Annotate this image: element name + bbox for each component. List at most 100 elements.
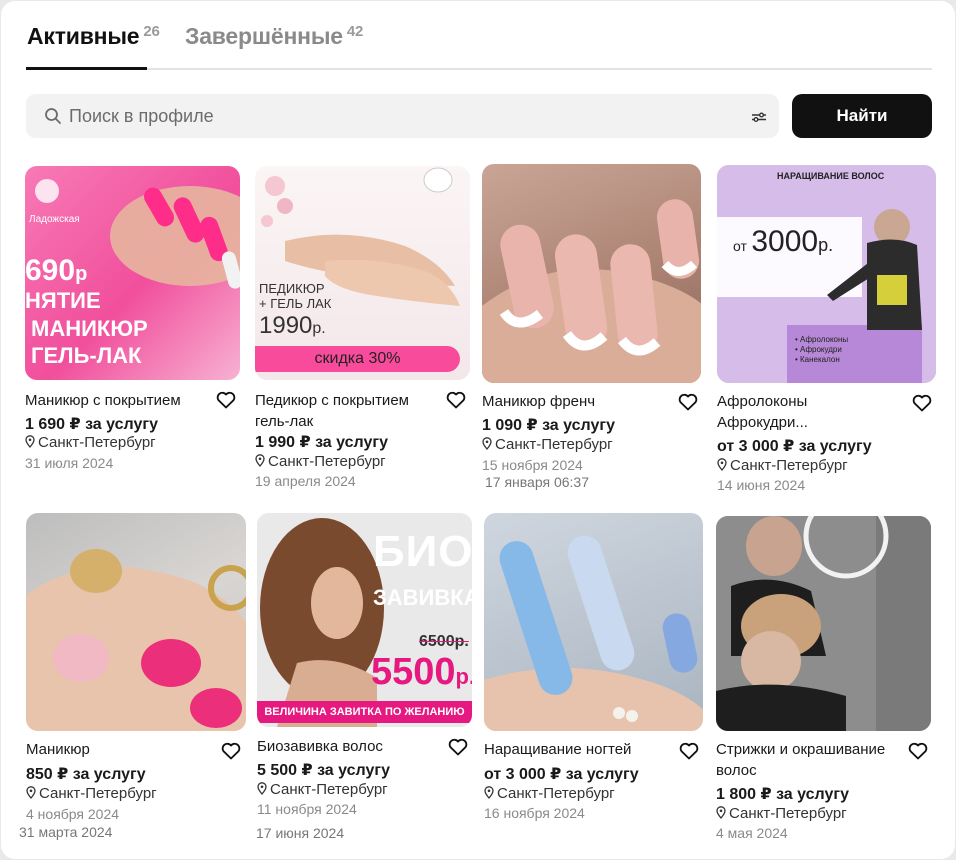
listing-price: 850 ₽ за услугу bbox=[26, 766, 146, 783]
favorite-heart-icon[interactable] bbox=[446, 391, 466, 409]
logo-icon bbox=[35, 179, 59, 203]
image-bullet: • Канекалон bbox=[795, 355, 840, 364]
location-pin-icon bbox=[25, 435, 35, 448]
listing-image[interactable] bbox=[716, 516, 931, 731]
location-pin-icon bbox=[716, 806, 726, 819]
image-currency: р. bbox=[455, 664, 472, 689]
listing-price: от 3 000 ₽ за услугу bbox=[717, 438, 872, 455]
image-brand: Ладожская bbox=[29, 214, 80, 225]
listing-location: Санкт-Петербург bbox=[484, 785, 615, 802]
listing-image[interactable]: Ладожская 690р НЯТИЕ МАНИКЮР ГЕЛЬ-ЛАК bbox=[25, 166, 240, 380]
listing-location: Санкт-Петербург bbox=[25, 434, 156, 451]
listing-price: 1 800 ₽ за услугу bbox=[716, 786, 849, 803]
image-bullet: • Афролоконы bbox=[795, 335, 849, 344]
listing-date-secondary: 17 июня 2024 bbox=[256, 825, 345, 841]
image-header: НАРАЩИВАНИЕ ВОЛОС bbox=[777, 171, 885, 181]
listing-price: 1 990 ₽ за услугу bbox=[255, 434, 388, 451]
listing-date: 4 мая 2024 bbox=[716, 825, 788, 841]
image-currency: р. bbox=[818, 235, 834, 255]
listing-city: Санкт-Петербург bbox=[495, 436, 613, 453]
location-pin-icon bbox=[482, 437, 492, 450]
search-icon bbox=[45, 108, 61, 124]
listing-date: 31 июля 2024 bbox=[25, 455, 114, 471]
listing-city: Санкт-Петербург bbox=[729, 805, 847, 822]
nail-extension-illustration bbox=[484, 535, 703, 731]
listing-image[interactable] bbox=[484, 513, 703, 731]
listing-image[interactable]: НАРАЩИВАНИЕ ВОЛОС от 3000р. • Афролоконы… bbox=[717, 165, 936, 383]
location-pin-icon bbox=[717, 458, 727, 471]
listing-title[interactable]: Наращивание ногтей bbox=[484, 739, 674, 760]
image-price: 5500 bbox=[371, 651, 456, 693]
listing-price: 1 090 ₽ за услугу bbox=[482, 417, 615, 434]
listing-title[interactable]: Маникюр bbox=[26, 739, 216, 760]
french-nails-illustration bbox=[482, 199, 701, 383]
tab-active[interactable]: Активные 26 bbox=[27, 23, 160, 50]
listing-image[interactable]: БИО ЗАВИВКА 6500р. 5500р. ВЕЛИЧИНА ЗАВИТ… bbox=[257, 513, 472, 727]
pink-nails-illustration bbox=[26, 549, 246, 731]
listing-location: Санкт-Петербург bbox=[257, 781, 388, 798]
listing-tabs: Активные 26 Завершённые 42 bbox=[26, 23, 932, 70]
listing-city: Санкт-Петербург bbox=[268, 453, 386, 470]
tab-completed[interactable]: Завершённые 42 bbox=[185, 23, 363, 50]
listing-image[interactable] bbox=[26, 513, 246, 731]
listing-title[interactable]: Педикюр с покрытием гель-лак bbox=[255, 390, 445, 432]
tab-completed-label: Завершённые bbox=[185, 23, 343, 49]
image-line1: БИО bbox=[373, 527, 472, 576]
listing-title[interactable]: Биозавивка волос bbox=[257, 736, 447, 757]
listing-title[interactable]: Маникюр френч bbox=[482, 391, 672, 412]
listing-city: Санкт-Петербург bbox=[730, 457, 848, 474]
location-pin-icon bbox=[255, 454, 265, 467]
filter-icon[interactable] bbox=[751, 111, 767, 123]
location-pin-icon bbox=[484, 786, 494, 799]
favorite-heart-icon[interactable] bbox=[216, 391, 236, 409]
favorite-heart-icon[interactable] bbox=[679, 742, 699, 760]
image-price: 1990 bbox=[259, 312, 313, 339]
image-line1: ПЕДИКЮР bbox=[259, 281, 325, 296]
logo-icon bbox=[423, 167, 453, 193]
image-banner: ВЕЛИЧИНА ЗАВИТКА ПО ЖЕЛАНИЮ bbox=[257, 701, 472, 723]
listing-location: Санкт-Петербург bbox=[717, 457, 848, 474]
listing-location: Санкт-Петербург bbox=[26, 785, 157, 802]
tab-completed-count: 42 bbox=[346, 23, 364, 40]
listing-city: Санкт-Петербург bbox=[39, 785, 157, 802]
image-from: от bbox=[733, 238, 747, 254]
listing-date-secondary: 31 марта 2024 bbox=[19, 824, 113, 840]
search-bar bbox=[26, 94, 779, 138]
image-line1: НЯТИЕ bbox=[25, 288, 101, 313]
location-pin-icon bbox=[26, 786, 36, 799]
listing-location: Санкт-Петербург bbox=[716, 805, 847, 822]
tab-active-label: Активные bbox=[27, 23, 140, 49]
favorite-heart-icon[interactable] bbox=[908, 742, 928, 760]
image-line2: + ГЕЛЬ ЛАК bbox=[259, 296, 332, 311]
listing-price: 5 500 ₽ за услугу bbox=[257, 762, 390, 779]
active-tab-indicator bbox=[26, 67, 147, 70]
profile-listings-panel: Активные26 Завершённые42 Найти bbox=[1, 1, 955, 859]
listing-location: Санкт-Петербург bbox=[255, 453, 386, 470]
listing-title[interactable]: Афролоконы Афрокудри... bbox=[717, 391, 897, 433]
listing-date: 15 ноября 2024 bbox=[482, 457, 583, 473]
listing-location: Санкт-Петербург bbox=[482, 436, 613, 453]
listing-city: Санкт-Петербург bbox=[497, 785, 615, 802]
favorite-heart-icon[interactable] bbox=[678, 393, 698, 411]
listing-title[interactable]: Маникюр с покрытием bbox=[25, 390, 215, 411]
listing-date: 11 ноября 2024 bbox=[257, 801, 357, 817]
listing-title[interactable]: Стрижки и окрашивание волос bbox=[716, 739, 896, 781]
listing-date-secondary: 17 января 06:37 bbox=[485, 474, 589, 490]
listing-price: от 3 000 ₽ за услугу bbox=[484, 766, 639, 783]
image-currency: р. bbox=[312, 320, 326, 337]
image-old-price: 6500р. bbox=[419, 633, 469, 650]
listing-image[interactable] bbox=[482, 164, 701, 383]
search-submit-button[interactable]: Найти bbox=[792, 94, 932, 138]
listing-city: Санкт-Петербург bbox=[38, 434, 156, 451]
image-currency: р bbox=[75, 263, 88, 285]
image-line2: ЗАВИВКА bbox=[373, 585, 472, 610]
haircut-illustration bbox=[716, 516, 931, 731]
favorite-heart-icon[interactable] bbox=[221, 742, 241, 760]
favorite-heart-icon[interactable] bbox=[912, 394, 932, 412]
image-line2: МАНИКЮР bbox=[31, 316, 148, 341]
search-input[interactable] bbox=[69, 94, 719, 138]
listing-image[interactable]: ПЕДИКЮР + ГЕЛЬ ЛАК 1990р. скидка 30% bbox=[255, 166, 470, 380]
listing-city: Санкт-Петербург bbox=[270, 781, 388, 798]
favorite-heart-icon[interactable] bbox=[448, 738, 468, 756]
location-pin-icon bbox=[257, 782, 267, 795]
